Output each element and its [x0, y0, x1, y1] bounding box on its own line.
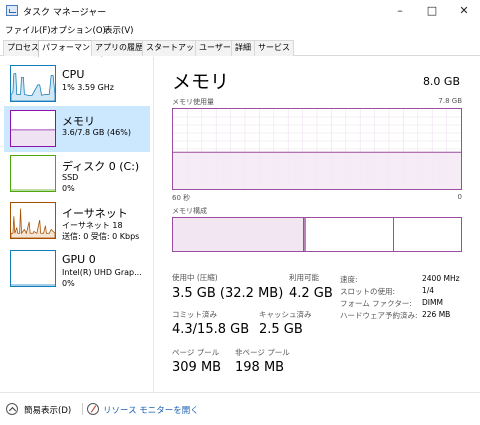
sidebar-item-label: CPU — [62, 68, 85, 81]
sidebar-item-detail: 1% 3.59 GHz — [62, 83, 115, 92]
ethernet-thumbnail-graph — [10, 202, 56, 239]
footer-separator — [82, 403, 83, 415]
memory-detail-panel: メモリ 8.0 GB メモリ使用量 7.8 GB 60 秒 0 メモリ構成 使用… — [160, 57, 475, 392]
pane-divider[interactable] — [153, 57, 154, 392]
hardware-reserved-value: 226 MB — [422, 310, 451, 319]
sidebar-item-label: イーサネット — [62, 207, 128, 220]
speed-value: 2400 MHz — [422, 274, 460, 283]
minimize-button[interactable]: – — [384, 0, 416, 22]
menu-options[interactable]: オプション(O) — [50, 24, 106, 36]
paged-pool-label: ページ プール — [172, 348, 220, 357]
task-manager-icon — [6, 5, 18, 16]
usage-graph-caption: メモリ使用量 — [172, 98, 214, 106]
sidebar-item-detail: Intel(R) UHD Grap... — [62, 268, 142, 277]
chevron-up-icon[interactable] — [6, 403, 18, 415]
sidebar-item-throughput: 送信: 0 受信: 0 Kbps — [62, 232, 140, 241]
committed-value: 4.3/15.8 GB — [172, 322, 250, 337]
sidebar-item-label: メモリ — [62, 115, 95, 128]
menu-file[interactable]: ファイル(F) — [5, 24, 51, 36]
sidebar-item-ethernet[interactable]: イーサネット イーサネット 18 送信: 0 受信: 0 Kbps — [4, 198, 150, 244]
open-resource-monitor-link[interactable]: リソース モニターを開く — [103, 404, 199, 416]
resource-monitor-icon[interactable] — [87, 403, 99, 415]
memory-thumbnail-graph — [10, 110, 56, 147]
sidebar-item-detail: イーサネット 18 — [62, 221, 123, 230]
hardware-reserved-label: ハードウェア予約済み: — [340, 311, 418, 320]
committed-label: コミット済み — [172, 310, 217, 319]
tab-details[interactable]: 詳細 — [231, 40, 255, 56]
total-memory: 8.0 GB — [422, 75, 460, 88]
composition-in-use — [173, 218, 304, 251]
tab-bar: プロセス パフォーマンス アプリの履歴 スタートアップ ユーザー 詳細 サービス — [0, 38, 480, 57]
disk-thumbnail-graph — [10, 155, 56, 192]
title-bar: タスク マネージャー – □ ✕ — [0, 0, 480, 22]
sidebar-item-label: GPU 0 — [62, 253, 96, 266]
in-use-value: 3.5 GB (32.2 MB) — [172, 286, 284, 301]
cached-label: キャッシュ済み — [259, 310, 312, 319]
maximize-button[interactable]: □ — [416, 0, 448, 22]
in-use-label: 使用中 (圧縮) — [172, 273, 218, 282]
sidebar-item-label: ディスク 0 (C:) — [62, 160, 140, 173]
tab-app-history[interactable]: アプリの履歴 — [91, 40, 147, 56]
slots-value: 1/4 — [422, 286, 435, 295]
usage-area — [173, 152, 461, 189]
window-title: タスク マネージャー — [23, 8, 107, 18]
cached-value: 2.5 GB — [259, 322, 303, 337]
fewer-details-link[interactable]: 簡易表示(D) — [24, 404, 71, 416]
gpu-thumbnail-graph — [10, 250, 56, 287]
graph-time-now: 0 — [457, 193, 462, 201]
menu-view[interactable]: 表示(V) — [104, 24, 133, 36]
sidebar-item-usage: 0% — [62, 184, 75, 193]
sidebar-item-gpu[interactable]: GPU 0 Intel(R) UHD Grap... 0% — [4, 246, 150, 292]
cpu-thumbnail-graph — [10, 65, 56, 102]
sidebar-item-cpu[interactable]: CPU 1% 3.59 GHz — [4, 61, 150, 107]
tab-processes[interactable]: プロセス — [3, 40, 43, 56]
slots-label: スロットの使用: — [340, 287, 396, 296]
memory-composition-bar — [172, 217, 462, 252]
sidebar-item-detail: 3.6/7.8 GB (46%) — [62, 128, 131, 137]
composition-modified — [304, 218, 306, 251]
composition-caption: メモリ構成 — [172, 207, 207, 215]
memory-usage-graph — [172, 108, 462, 190]
menu-bar: ファイル(F) オプション(O) 表示(V) — [0, 22, 480, 38]
graph-time-span: 60 秒 — [172, 194, 191, 202]
sidebar-item-memory[interactable]: メモリ 3.6/7.8 GB (46%) — [4, 106, 150, 152]
speed-label: 速度: — [340, 275, 358, 284]
form-factor-label: フォーム ファクター: — [340, 299, 412, 308]
sidebar-item-usage: 0% — [62, 279, 75, 288]
composition-standby-divider — [393, 218, 394, 251]
tab-services[interactable]: サービス — [254, 40, 294, 56]
sidebar-item-disk[interactable]: ディスク 0 (C:) SSD 0% — [4, 151, 150, 197]
available-value: 4.2 GB — [289, 286, 333, 301]
usage-graph-max: 7.8 GB — [438, 97, 462, 105]
sidebar-item-detail: SSD — [62, 173, 79, 182]
tab-users[interactable]: ユーザー — [195, 40, 235, 56]
footer-bar: 簡易表示(D) リソース モニターを開く — [0, 392, 480, 425]
resource-sidebar: CPU 1% 3.59 GHz メモリ 3.6/7.8 GB (46%) ディス… — [0, 57, 152, 392]
panel-title: メモリ — [172, 71, 230, 93]
close-button[interactable]: ✕ — [448, 0, 480, 22]
nonpaged-pool-value: 198 MB — [235, 360, 285, 375]
paged-pool-value: 309 MB — [172, 360, 222, 375]
available-label: 利用可能 — [289, 273, 319, 282]
form-factor-value: DIMM — [422, 298, 443, 307]
nonpaged-pool-label: 非ページ プール — [235, 348, 290, 357]
